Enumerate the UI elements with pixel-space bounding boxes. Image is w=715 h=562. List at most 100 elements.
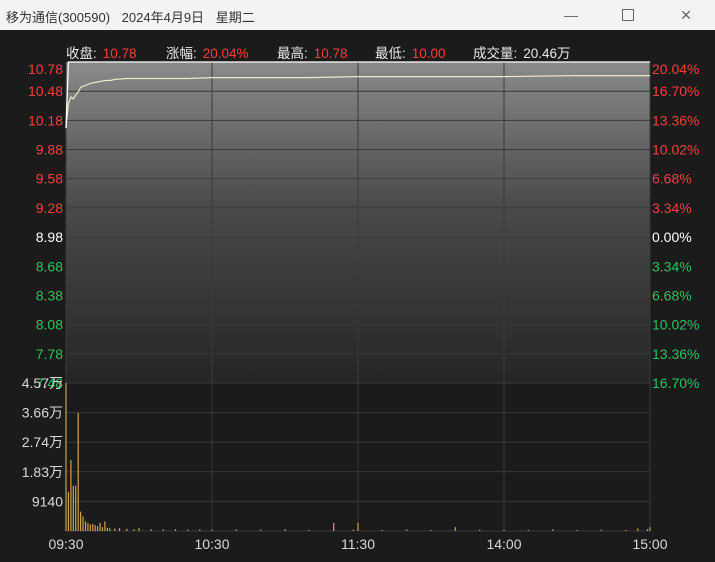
stock-name: 移为通信(300590)	[6, 10, 111, 25]
percent-tick-label: 13.36%	[652, 112, 699, 128]
price-tick-label: 8.38	[36, 288, 63, 304]
percent-tick-label: 16.70%	[652, 375, 699, 391]
volume-axis: 4.57万 3.66万 2.74万 1.83万 9140	[22, 375, 63, 509]
price-tick-label: 7.78	[36, 346, 63, 362]
volume-bar	[284, 529, 286, 531]
volume-label: 成交量:	[473, 46, 518, 61]
minimize-icon: —	[564, 7, 578, 23]
volume-bar	[235, 529, 237, 531]
volume-info: 成交量: 20.46万	[473, 42, 571, 62]
maximize-button[interactable]	[605, 0, 651, 30]
volume-bar	[430, 530, 432, 531]
price-tick-label: 10.18	[28, 112, 63, 128]
percent-tick-label: 10.02%	[652, 317, 699, 333]
close-price-value: 10.78	[102, 46, 137, 61]
volume-bar	[97, 526, 99, 531]
low-info: 最低: 10.00	[375, 42, 446, 62]
percent-tick-label: 6.68%	[652, 288, 692, 304]
volume-bar	[406, 529, 408, 531]
close-icon: ✕	[680, 6, 692, 23]
volume-bar	[104, 521, 106, 531]
volume-bar	[114, 528, 116, 531]
volume-bar	[80, 511, 82, 531]
volume-bar	[106, 527, 108, 531]
percent-tick-label: 10.02%	[652, 142, 699, 158]
quote-info-bar: 收盘: 10.78 涨幅: 20.04% 最高: 10.78 最低: 10.00 成交量…	[0, 40, 715, 62]
volume-bar	[99, 522, 101, 531]
volume-bar	[138, 528, 140, 531]
low-value: 10.00	[411, 46, 446, 61]
price-axis-left: 10.78 10.48 10.18 9.88 9.58 9.28 8.98 8.68 8.38 8…	[28, 61, 63, 391]
volume-bar	[77, 412, 79, 531]
maximize-icon	[622, 9, 634, 21]
volume-bar	[479, 529, 481, 531]
price-tick-label: 8.68	[36, 258, 63, 274]
volume-bar	[126, 528, 128, 531]
volume-bar	[357, 522, 359, 531]
volume-tick-label: 9140	[32, 493, 63, 509]
volume-bar	[503, 529, 505, 531]
volume-bar	[308, 530, 310, 531]
volume-bar	[637, 528, 639, 531]
change-label: 涨幅:	[166, 46, 197, 61]
volume-bar	[187, 529, 189, 531]
volume-bar	[647, 529, 649, 531]
volume-bar	[82, 516, 84, 531]
change-value: 20.04%	[202, 46, 249, 61]
percent-tick-label: 6.68%	[652, 171, 692, 187]
time-tick-label: 14:00	[486, 536, 521, 552]
volume-bar	[101, 527, 104, 531]
percent-tick-label: 3.34%	[652, 200, 692, 216]
high-value: 10.78	[313, 46, 348, 61]
change-info: 涨幅: 20.04%	[166, 42, 249, 62]
time-tick-label: 11:30	[341, 536, 375, 552]
window-title: 移为通信(300590) 2024年4月9日 星期二	[6, 7, 263, 26]
volume-bar	[576, 530, 578, 531]
volume-bar	[211, 529, 213, 531]
volume-tick-label: 1.83万	[22, 464, 63, 480]
volume-bar	[89, 524, 91, 531]
volume-bar	[260, 529, 262, 531]
time-axis: 09:30 10:30 11:30 14:00 15:00	[48, 536, 667, 552]
low-label: 最低:	[375, 46, 406, 61]
minimize-button[interactable]: —	[548, 0, 594, 30]
volume-bar	[352, 529, 354, 531]
volume-bar	[72, 485, 74, 531]
volume-bar	[381, 530, 383, 531]
volume-bar	[92, 523, 94, 531]
volume-bar	[150, 529, 152, 531]
volume-bar	[527, 530, 529, 531]
percent-tick-label: 16.70%	[652, 83, 699, 99]
price-tick-label: 9.88	[36, 142, 63, 158]
high-label: 最高:	[277, 46, 308, 61]
volume-bar	[67, 492, 69, 531]
time-tick-label: 09:30	[48, 536, 83, 552]
volume-bar	[94, 525, 96, 531]
time-tick-label: 15:00	[632, 536, 667, 552]
volume-bar	[174, 529, 177, 531]
percent-tick-label: 3.34%	[652, 258, 692, 274]
price-tick-label: 10.78	[28, 61, 63, 77]
title-bar: 移为通信(300590) 2024年4月9日 星期二 — ✕	[0, 0, 715, 30]
volume-tick-label: 2.74万	[22, 434, 63, 450]
price-tick-label: 9.28	[36, 200, 63, 216]
close-button[interactable]: ✕	[663, 0, 709, 30]
volume-bar	[109, 528, 111, 531]
volume-bar	[552, 529, 554, 531]
close-price-info: 收盘: 10.78	[66, 42, 137, 62]
volume-bar	[199, 529, 201, 531]
volume-bar	[87, 522, 89, 531]
percent-axis-right: 20.04% 16.70% 13.36% 10.02% 6.68% 3.34% 0.00% 3…	[652, 61, 699, 391]
volume-bar	[65, 383, 67, 531]
volume-bar	[162, 529, 164, 531]
volume-bar	[454, 527, 456, 531]
volume-bar	[600, 529, 602, 531]
percent-tick-label: 13.36%	[652, 346, 699, 362]
volume-bar	[333, 522, 335, 531]
percent-tick-label: 20.04%	[652, 61, 699, 77]
close-price-label: 收盘:	[66, 46, 97, 61]
intraday-chart: 10.78 10.48 10.18 9.88 9.58 9.28 8.98 8.68 8.38 8…	[22, 61, 700, 552]
volume-tick-label: 4.57万	[22, 375, 63, 391]
volume-tick-label: 3.66万	[22, 405, 63, 421]
price-tick-label: 8.08	[36, 317, 63, 333]
